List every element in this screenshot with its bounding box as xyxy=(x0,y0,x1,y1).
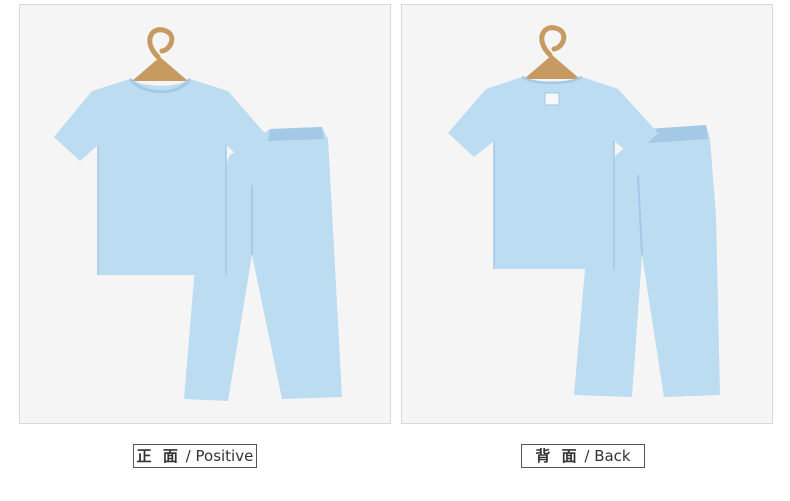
front-pajama-set-illustration xyxy=(54,27,342,401)
hanger-body xyxy=(524,55,580,79)
front-caption-separator: / xyxy=(180,447,196,465)
hanger-body xyxy=(132,57,188,81)
front-caption-english: Positive xyxy=(195,447,254,465)
hanger-hook xyxy=(147,27,175,60)
front-view-caption: 正 面 / Positive xyxy=(133,444,257,468)
front-product-image xyxy=(19,4,391,424)
back-product-image xyxy=(401,4,773,424)
back-neck-label xyxy=(544,92,560,106)
back-pajama-set-illustration xyxy=(448,25,720,397)
back-caption-separator: / xyxy=(579,447,595,465)
back-caption-chinese: 背 面 xyxy=(535,447,580,465)
back-view-caption: 背 面 / Back xyxy=(521,444,645,468)
front-caption-chinese: 正 面 xyxy=(136,447,181,465)
hanger-hook xyxy=(539,25,567,58)
back-caption-english: Back xyxy=(594,447,631,465)
